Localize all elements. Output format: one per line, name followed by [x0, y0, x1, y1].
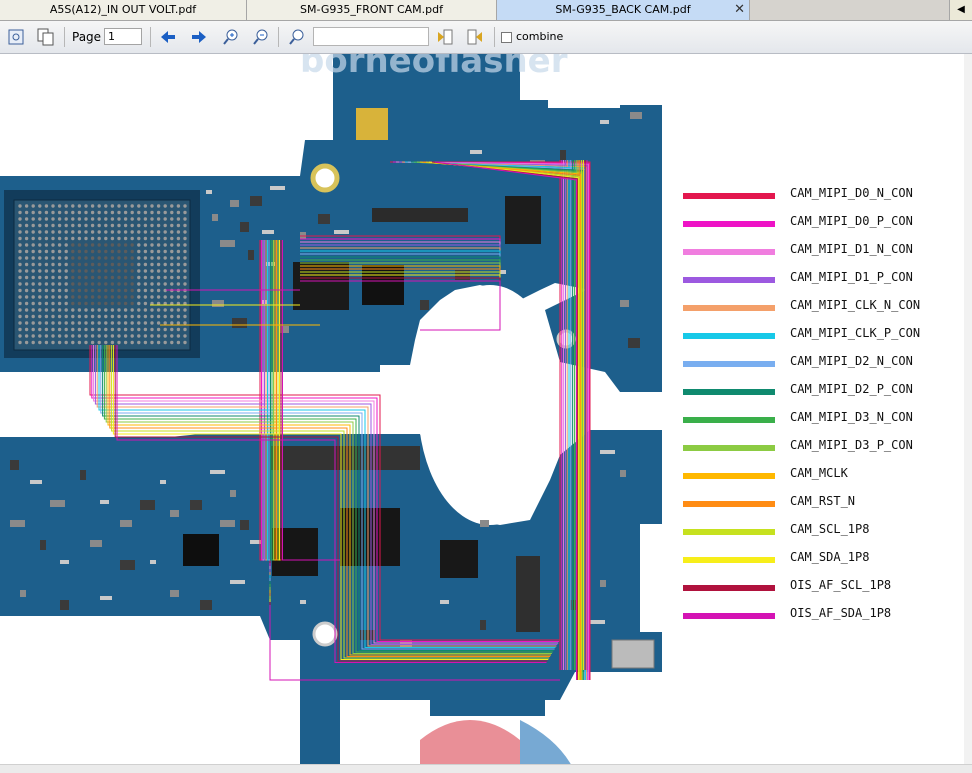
legend-label: CAM_SCL_1P8 [790, 522, 870, 536]
legend-swatch [683, 193, 775, 199]
find-next-button[interactable] [464, 26, 486, 48]
legend-swatch [683, 221, 775, 227]
tab-scroll-left-icon[interactable]: ◀ [949, 0, 972, 20]
close-icon[interactable]: ✕ [734, 0, 745, 20]
legend-swatch [683, 417, 775, 423]
legend-label: OIS_AF_SCL_1P8 [790, 578, 892, 592]
page-number-input[interactable] [104, 28, 142, 45]
document-viewer[interactable]: borneoflasher CAM_MIPI_D0_N_CON CAM_MIPI… [0, 54, 972, 772]
legend-swatch [683, 305, 775, 311]
legend-swatch [683, 585, 775, 591]
legend-label: CAM_MIPI_D0_P_CON [790, 214, 913, 228]
search-button[interactable] [286, 26, 308, 48]
fit-page-button[interactable] [5, 26, 27, 48]
toolbar: Page combine [0, 21, 972, 54]
legend-swatch [683, 361, 775, 367]
tab-bar: A5S(A12)_IN OUT VOLT.pdf SM-G935_FRONT C… [0, 0, 972, 21]
legend-label: CAM_MIPI_CLK_P_CON [790, 326, 921, 340]
find-previous-icon [438, 29, 453, 45]
legend-swatch [683, 445, 775, 451]
tab-label: SM-G935_FRONT CAM.pdf [300, 3, 443, 16]
legend-label: CAM_MIPI_D0_N_CON [790, 186, 913, 200]
legend-swatch [683, 557, 775, 563]
legend-label: OIS_AF_SDA_1P8 [790, 606, 892, 620]
tab-front-cam[interactable]: SM-G935_FRONT CAM.pdf [247, 0, 497, 20]
next-page-button[interactable] [188, 26, 210, 48]
legend-swatch [683, 529, 775, 535]
tab-label: SM-G935_BACK CAM.pdf [555, 3, 691, 16]
pages-icon [37, 28, 54, 46]
legend-label: CAM_MIPI_D2_N_CON [790, 354, 913, 368]
legend-swatch [683, 333, 775, 339]
legend-label: CAM_RST_N [790, 494, 856, 508]
legend-label: CAM_MIPI_D1_P_CON [790, 270, 913, 284]
watermark-text: borneoflasher [300, 54, 568, 81]
search-input[interactable] [313, 27, 429, 46]
legend-label: CAM_MIPI_D3_P_CON [790, 438, 913, 452]
zoom-in-button[interactable] [220, 26, 242, 48]
page-layout-button[interactable] [35, 26, 57, 48]
legend-label: CAM_MIPI_D1_N_CON [790, 242, 913, 256]
combine-label: combine [516, 30, 564, 43]
legend-swatch [683, 277, 775, 283]
vertical-scrollbar[interactable] [964, 54, 972, 772]
previous-page-button[interactable] [157, 26, 179, 48]
tab-a5s-in-out-volt[interactable]: A5S(A12)_IN OUT VOLT.pdf [0, 0, 247, 20]
legend-label: CAM_MIPI_CLK_N_CON [790, 298, 921, 312]
legend-swatch [683, 501, 775, 507]
legend-label: CAM_MIPI_D3_N_CON [790, 410, 913, 424]
tab-label: A5S(A12)_IN OUT VOLT.pdf [49, 3, 197, 16]
zoom-in-icon [223, 29, 238, 45]
legend-swatch [683, 613, 775, 619]
arrow-left-icon [161, 31, 175, 43]
legend-label: CAM_MIPI_D2_P_CON [790, 382, 913, 396]
arrow-right-icon [192, 31, 206, 43]
zoom-out-icon [253, 29, 268, 45]
legend-swatch [683, 389, 775, 395]
find-next-icon [467, 29, 482, 45]
search-icon [289, 29, 304, 45]
find-previous-button[interactable] [434, 26, 456, 48]
legend-swatch [683, 473, 775, 479]
combine-checkbox[interactable] [501, 32, 512, 43]
legend-label: CAM_MCLK [790, 466, 848, 480]
page-label: Page [72, 30, 102, 44]
legend-swatch [683, 249, 775, 255]
tab-back-cam[interactable]: SM-G935_BACK CAM.pdf ✕ [497, 0, 750, 20]
fit-page-icon [8, 29, 24, 45]
zoom-out-button[interactable] [250, 26, 272, 48]
legend-label: CAM_SDA_1P8 [790, 550, 870, 564]
